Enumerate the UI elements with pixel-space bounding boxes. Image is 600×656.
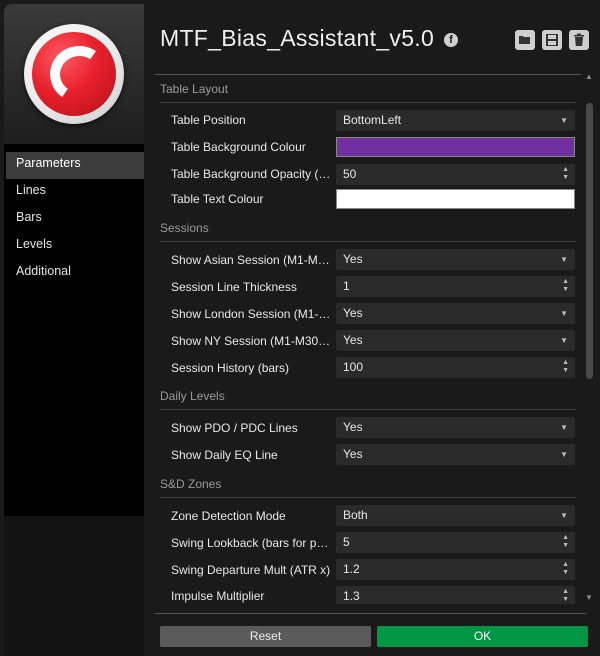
session-history-value: 100	[343, 360, 364, 374]
sidebar-item-parameters[interactable]: Parameters	[6, 152, 144, 179]
table-bg-colour-swatch[interactable]	[336, 137, 575, 157]
session-history-stepper[interactable]: 100 ▲ ▼	[336, 357, 575, 378]
show-daily-eq-label: Show Daily EQ Line	[171, 448, 278, 462]
session-line-thickness-stepper[interactable]: 1 ▲ ▼	[336, 276, 575, 297]
table-text-colour-label: Table Text Colour	[171, 192, 264, 206]
page-title: MTF_Bias_Assistant_v5.0	[160, 25, 435, 51]
section-sd-zones: S&D Zones	[160, 477, 576, 498]
section-header: Sessions	[160, 221, 209, 235]
section-table-layout: Table Layout	[160, 82, 576, 103]
open-button[interactable]	[515, 30, 535, 50]
sidebar-item-levels[interactable]: Levels	[6, 233, 144, 260]
swing-lookback-value: 5	[343, 535, 350, 549]
chevron-down-icon: ▼	[560, 255, 568, 264]
swing-departure-mult-value: 1.2	[343, 562, 360, 576]
scrollbar-thumb[interactable]	[586, 103, 593, 379]
show-london-session-value: Yes	[343, 306, 363, 320]
show-daily-eq-value: Yes	[343, 447, 363, 461]
swing-lookback-label: Swing Lookback (bars for pivot)	[171, 536, 331, 550]
stepper-arrows-icon[interactable]: ▲ ▼	[562, 166, 569, 182]
zone-detection-mode-select[interactable]: Both ▼	[336, 505, 575, 526]
show-asian-session-value: Yes	[343, 252, 363, 266]
session-history-label: Session History (bars)	[171, 361, 290, 375]
trash-icon	[574, 33, 584, 46]
facebook-icon[interactable]: f	[444, 33, 458, 47]
scroll-down-arrow-icon[interactable]: ▼	[585, 593, 593, 602]
show-ny-session-select[interactable]: Yes ▼	[336, 330, 575, 351]
show-london-session-select[interactable]: Yes ▼	[336, 303, 575, 324]
sidebar-item-additional[interactable]: Additional	[6, 260, 144, 287]
chevron-down-icon: ▼	[560, 309, 568, 318]
section-sessions: Sessions	[160, 221, 576, 242]
app-logo	[24, 24, 124, 124]
sidebar-footer	[4, 516, 144, 656]
section-header: Table Layout	[160, 82, 229, 96]
sidebar-header	[4, 4, 144, 144]
section-header: Daily Levels	[160, 389, 225, 403]
stepper-arrows-icon[interactable]: ▲ ▼	[562, 561, 569, 577]
ok-button[interactable]: OK	[377, 626, 588, 647]
zone-detection-mode-label: Zone Detection Mode	[171, 509, 286, 523]
scroll-up-arrow-icon[interactable]: ▲	[585, 72, 593, 81]
chevron-down-icon: ▼	[560, 423, 568, 432]
stepper-arrows-icon[interactable]: ▲ ▼	[562, 359, 569, 375]
stepper-arrows-icon[interactable]: ▲ ▼	[562, 278, 569, 294]
show-london-session-label: Show London Session (M1-M30 only)	[171, 307, 331, 321]
table-bg-colour-label: Table Background Colour	[171, 140, 306, 154]
table-text-colour-swatch[interactable]	[336, 189, 575, 209]
sidebar-nav: Parameters Lines Bars Levels Additional	[6, 152, 144, 287]
reset-button[interactable]: Reset	[160, 626, 371, 647]
swing-departure-mult-stepper[interactable]: 1.2 ▲ ▼	[336, 559, 575, 580]
stepper-arrows-icon[interactable]: ▲ ▼	[562, 588, 569, 604]
chevron-down-icon: ▼	[560, 511, 568, 520]
impulse-multiplier-stepper[interactable]: 1.3 ▲ ▼	[336, 586, 575, 604]
section-daily-levels: Daily Levels	[160, 389, 576, 410]
session-line-thickness-value: 1	[343, 279, 350, 293]
chevron-down-icon: ▼	[560, 336, 568, 345]
show-asian-session-select[interactable]: Yes ▼	[336, 249, 575, 270]
section-divider	[160, 497, 576, 498]
table-position-value: BottomLeft	[343, 113, 402, 127]
sidebar	[4, 4, 144, 656]
table-position-select[interactable]: BottomLeft ▼	[336, 110, 575, 131]
section-header: S&D Zones	[160, 477, 222, 491]
impulse-multiplier-label: Impulse Multiplier	[171, 589, 265, 603]
impulse-multiplier-value: 1.3	[343, 589, 360, 603]
chevron-down-icon: ▼	[560, 116, 568, 125]
save-button[interactable]	[542, 30, 562, 50]
sidebar-item-lines[interactable]: Lines	[6, 179, 144, 206]
session-line-thickness-label: Session Line Thickness	[171, 280, 297, 294]
section-divider	[160, 102, 576, 103]
sidebar-item-bars[interactable]: Bars	[6, 206, 144, 233]
show-asian-session-label: Show Asian Session (M1-M30 only)	[171, 253, 331, 267]
show-pdo-pdc-label: Show PDO / PDC Lines	[171, 421, 298, 435]
chevron-down-icon: ▼	[560, 450, 568, 459]
zone-detection-mode-value: Both	[343, 508, 368, 522]
save-icon	[546, 34, 558, 46]
table-bg-opacity-stepper[interactable]: 50 ▲ ▼	[336, 164, 575, 185]
parameters-panel: Table Layout Table Position BottomLeft ▼…	[154, 72, 586, 604]
delete-button[interactable]	[569, 30, 589, 50]
swing-lookback-stepper[interactable]: 5 ▲ ▼	[336, 532, 575, 553]
footer-divider	[154, 613, 586, 614]
stepper-arrows-icon[interactable]: ▲ ▼	[562, 534, 569, 550]
show-pdo-pdc-select[interactable]: Yes ▼	[336, 417, 575, 438]
section-divider	[160, 241, 576, 242]
show-ny-session-label: Show NY Session (M1-M30 only)	[171, 334, 331, 348]
folder-open-icon	[519, 36, 530, 44]
show-daily-eq-select[interactable]: Yes ▼	[336, 444, 575, 465]
swing-departure-mult-label: Swing Departure Mult (ATR x)	[171, 563, 331, 577]
table-position-label: Table Position	[171, 113, 246, 127]
section-divider	[160, 409, 576, 410]
show-ny-session-value: Yes	[343, 333, 363, 347]
table-bg-opacity-label: Table Background Opacity (0 = clear)	[171, 167, 331, 181]
table-bg-opacity-value: 50	[343, 167, 357, 181]
show-pdo-pdc-value: Yes	[343, 420, 363, 434]
